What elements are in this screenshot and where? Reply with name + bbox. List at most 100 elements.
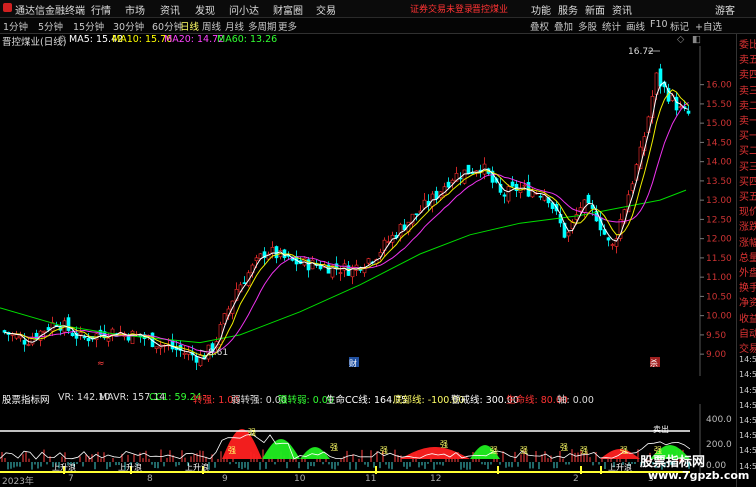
side-panel-item[interactable]: 14:50 [739,370,756,379]
date-label: 2023年 [2,477,34,487]
side-panel-item[interactable]: 外盘 [739,264,756,279]
side-panel-item[interactable]: 14:50 [739,416,756,425]
candlestick [270,247,275,254]
candlestick [14,334,19,339]
side-panel-item[interactable]: 换手 [739,279,756,294]
login-notice[interactable]: 证券交易未登录 [410,2,473,15]
side-panel-item[interactable]: 卖三 [739,82,756,97]
side-panel-item[interactable]: 买二 [739,142,756,157]
candlestick [606,237,611,241]
period-15min[interactable]: 15分钟 [73,19,104,33]
indicator-signal-label: 强 [380,446,388,455]
side-panel-item[interactable]: 买三 [739,158,756,173]
period-30min[interactable]: 30分钟 [113,19,144,33]
side-panel-item[interactable]: 交易 [739,340,756,355]
side-panel-item[interactable]: 14:50 [739,431,756,440]
menu-news[interactable]: 资讯 [612,2,632,17]
side-panel-item[interactable]: 卖五 [739,51,756,66]
event-mark-finance[interactable]: 财 [349,358,357,368]
side-panel-item[interactable]: 买四 [739,173,756,188]
settings-gear-icon[interactable]: ⚙ [58,34,67,45]
side-panel-item[interactable]: 14:50 [739,446,756,455]
tool-drawline[interactable]: 画线 [626,19,645,33]
expand-icon[interactable]: ◧ [692,34,701,45]
menu-function[interactable]: 功能 [531,2,551,17]
app-title: 通达信金融终端 [15,6,85,17]
candlestick [522,184,527,187]
tool-fuquan[interactable]: 叠权 [530,19,549,33]
menu-trade[interactable]: 交易 [316,2,336,17]
period-60min[interactable]: 60分钟 [152,19,183,33]
side-panel-item[interactable]: 买五 [739,188,756,203]
indicator-signal-label: 上升浪 [185,462,209,472]
side-panel-item[interactable]: 卖四 [739,66,756,81]
menu-wenxiaoda[interactable]: 问小达 [229,2,259,17]
menu-market[interactable]: 市场 [125,2,145,17]
date-label: 8 [147,474,153,484]
candlestick [26,344,31,346]
price-tick-label: 9.00 [706,350,726,360]
candlestick [462,169,467,184]
candlestick [466,164,471,174]
menu-discover[interactable]: 发现 [195,2,215,17]
indicator-signal-label: 上升浪 [118,462,142,472]
guest-label[interactable]: 游客 [715,2,735,17]
restore-icon[interactable]: ◇ [677,34,684,45]
period-weekly[interactable]: 周线 [202,19,221,33]
menu-wealth[interactable]: 财富圈 [273,2,303,17]
side-panel-item[interactable]: 收益 [739,310,756,325]
side-panel-item[interactable]: 委比 [739,36,756,51]
side-panel-item[interactable]: 卖二 [739,97,756,112]
period-more[interactable]: 更多 [278,19,297,33]
tool-overlay[interactable]: 叠加 [554,19,573,33]
tool-multistock[interactable]: 多股 [578,19,597,33]
side-panel-item[interactable]: 净资 [739,294,756,309]
signal-marker [580,466,582,474]
ma20-line [4,102,689,353]
period-1min[interactable]: 1分钟 [3,19,28,33]
signal-marker [497,466,499,474]
date-label: 9 [222,474,228,484]
tool-mark[interactable]: 标记 [670,19,689,33]
app-logo-icon [3,3,12,12]
period-monthly[interactable]: 月线 [225,19,244,33]
candlestick [686,110,691,114]
side-panel-item[interactable]: 14:50 [739,401,756,410]
menu-service[interactable]: 服务 [558,2,578,17]
signal-area [262,439,300,459]
event-mark-1[interactable]: ≈ [97,359,105,369]
period-multi[interactable]: 多周期 [248,19,277,33]
candlestick [506,186,511,202]
side-panel-item[interactable]: 卖一 [739,112,756,127]
candlestick [154,346,159,349]
side-panel-item[interactable]: 14:50 [739,355,756,364]
tool-add-favorite[interactable]: +自选 [695,19,722,33]
menu-quotes[interactable]: 行情 [91,2,111,17]
date-axis: 2023年 7 8 9 10 11 12 2 3 [0,474,700,487]
side-panel-item[interactable]: 自动 [739,325,756,340]
tool-f10[interactable]: F10 [650,19,668,30]
side-panel-item[interactable]: 涨跌 [739,218,756,233]
period-daily[interactable]: 日线 [180,19,199,33]
candlestick [538,195,543,198]
tool-stats[interactable]: 统计 [602,19,621,33]
period-5min[interactable]: 5分钟 [38,19,63,33]
side-panel-item[interactable]: 14:50 [739,386,756,395]
price-tick-label: 10.50 [706,292,732,302]
high-price-label: 16.72 [628,47,654,57]
event-mark-kill[interactable]: 杀 [650,358,658,368]
candlestick [70,332,75,336]
price-chart[interactable]: 16.00 15.50 15.00 14.50 14.00 13.50 13.00 12.50… [0,46,736,376]
candlestick [106,337,111,342]
side-panel-item[interactable]: 总量 [739,249,756,264]
indicator-chart[interactable]: 上升浪 上升浪 上升浪 上升浪卖出强强强强强强强强强强强 400.0200.00.00 [0,404,736,474]
candlestick [82,336,87,339]
price-tick-label: 11.00 [706,273,732,283]
side-panel-item[interactable]: 现价 [739,203,756,218]
side-panel-item[interactable]: 涨幅 [739,234,756,249]
candlestick [78,332,83,336]
candlestick [254,257,259,262]
menu-new[interactable]: 新面 [585,2,605,17]
menu-info[interactable]: 资讯 [160,2,180,17]
side-panel-item[interactable]: 买一 [739,127,756,142]
